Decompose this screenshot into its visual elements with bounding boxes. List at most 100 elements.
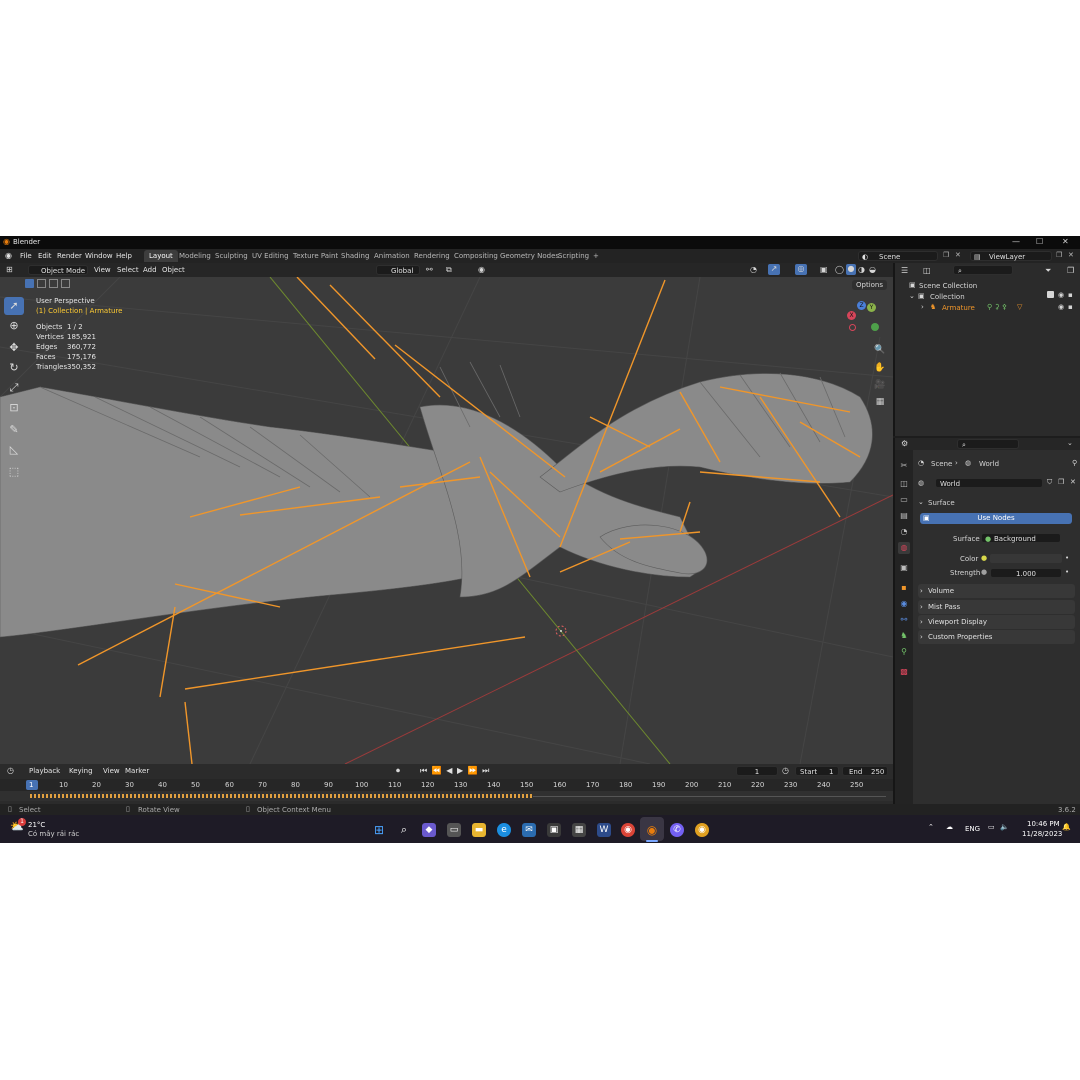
rendered-shading-icon[interactable]: ◒ (869, 265, 876, 274)
tab-uv-editing[interactable]: UV Editing (247, 250, 294, 262)
gizmo-y-axis[interactable]: Y (867, 303, 876, 312)
camera-view-icon[interactable]: 🎥 (874, 380, 886, 392)
navigation-gizmo[interactable]: Z Y X (845, 299, 881, 335)
view-layer-tab-icon[interactable]: ▤ (898, 510, 910, 522)
new-collection-icon[interactable]: ❐ (1067, 266, 1074, 275)
render-tab-icon[interactable]: ◫ (898, 478, 910, 490)
add-workspace-button[interactable]: + (588, 250, 604, 262)
copilot-icon[interactable]: ◆ (422, 823, 436, 837)
chrome-alt-icon[interactable]: ◉ (695, 823, 709, 837)
current-frame-field[interactable]: 1 (736, 766, 778, 776)
mist-pass-panel[interactable]: › Mist Pass (918, 600, 1075, 614)
wireframe-shading-icon[interactable]: ◯ (835, 265, 844, 274)
scene-tab-icon[interactable]: ◔ (898, 526, 910, 538)
armature-camera-icon[interactable]: ▪ (1068, 303, 1073, 311)
volume-panel[interactable]: › Volume (918, 584, 1075, 598)
chrome-icon[interactable]: ◉ (621, 823, 635, 837)
menu-window[interactable]: Window (85, 252, 113, 260)
surface-panel-chevron-icon[interactable]: ⌄ (918, 498, 924, 506)
zoom-icon[interactable]: 🔍 (874, 345, 886, 357)
gizmo-x-axis[interactable]: X (847, 311, 856, 320)
select-subtract-icon[interactable] (49, 279, 58, 288)
cursor-tool-icon[interactable]: ⊕ (4, 317, 24, 335)
fake-user-icon[interactable]: ⛉ (1047, 478, 1052, 487)
blender-taskbar-icon[interactable]: ◉ (645, 823, 659, 837)
collection-tab-icon[interactable]: ▣ (898, 562, 910, 574)
proportional-edit-icon[interactable]: ◉ (478, 265, 485, 274)
filter-icon[interactable]: ⏷ (1045, 266, 1051, 276)
tab-rendering[interactable]: Rendering (409, 250, 455, 262)
move-tool-icon[interactable]: ✥ (4, 339, 24, 357)
properties-options-icon[interactable]: ⌄ (1067, 439, 1073, 447)
edge-icon[interactable]: e (497, 823, 511, 837)
weather-description[interactable]: Có mây rải rác (28, 830, 79, 838)
clock-time[interactable]: 10:46 PM (1027, 820, 1060, 828)
scene-selector[interactable]: ◐ Scene (858, 251, 938, 261)
gizmo-z-axis[interactable]: Z (857, 301, 866, 310)
expand-chevron-icon[interactable]: ⌄ (909, 292, 915, 300)
world-color-swatch[interactable] (990, 554, 1062, 563)
viewport-menu-view[interactable]: View (94, 266, 111, 274)
menu-help[interactable]: Help (116, 252, 132, 260)
end-frame-field[interactable]: End 250 (842, 766, 888, 776)
outlook-icon[interactable]: ✉ (522, 823, 536, 837)
viewlayer-selector[interactable]: ▤ ViewLayer (970, 251, 1052, 261)
pan-icon[interactable]: ✋ (874, 363, 886, 375)
outliner-collection[interactable]: Collection (930, 293, 965, 301)
outliner-display-mode-icon[interactable]: ◫ (923, 266, 931, 275)
delete-viewlayer-icon[interactable]: ✕ (1068, 251, 1074, 259)
mode-selector[interactable]: Object Mode (28, 265, 88, 275)
select-new-icon[interactable] (25, 279, 34, 288)
collapse-chevron-icon[interactable]: › (921, 303, 924, 311)
constraints-tab-icon[interactable]: ⚯ (898, 614, 910, 626)
windows-start-icon[interactable]: ⊞ (372, 823, 386, 837)
timeline-menu-keying[interactable]: Keying (69, 767, 93, 775)
custom-properties-panel[interactable]: › Custom Properties (918, 630, 1075, 644)
search-icon[interactable]: ⌕ (397, 823, 411, 837)
world-tab-icon[interactable]: ◍ (898, 542, 910, 554)
3d-viewport[interactable]: ➚ ⊕ ✥ ↻ ⤢ ⊡ ✎ ◺ ⬚ User Perspective (1) C… (0, 277, 893, 764)
select-invert-icon[interactable] (61, 279, 70, 288)
new-scene-icon[interactable]: ❐ (943, 251, 949, 259)
app-icon[interactable]: ▦ (572, 823, 586, 837)
world-datablock-icon[interactable]: ◍ (918, 479, 924, 487)
tab-animation[interactable]: Animation (369, 250, 415, 262)
measure-tool-icon[interactable]: ◺ (4, 441, 24, 459)
language-indicator[interactable]: ENG (965, 825, 980, 833)
output-tab-icon[interactable]: ▭ (898, 494, 910, 506)
object-tab-icon[interactable]: ▪ (898, 582, 910, 594)
timeline-menu-playback[interactable]: Playback (29, 767, 60, 775)
armature-eye-icon[interactable]: ◉ (1058, 303, 1064, 311)
weather-temperature[interactable]: 21°C (28, 821, 45, 829)
ortho-toggle-icon[interactable]: ▦ (874, 397, 886, 409)
options-button[interactable]: Options (852, 280, 888, 290)
timeline-menu-marker[interactable]: Marker (125, 767, 149, 775)
color-socket-icon[interactable]: ● (981, 554, 987, 562)
onedrive-icon[interactable]: ☁ (946, 823, 953, 831)
viewport-display-panel[interactable]: › Viewport Display (918, 615, 1075, 629)
file-explorer-icon[interactable]: ▬ (472, 823, 486, 837)
frame-ruler[interactable]: 1 10 20 30 40 50 60 70 80 90 100 110 120… (0, 779, 893, 791)
strength-keyframe-icon[interactable]: • (1065, 568, 1069, 576)
tool-tab-icon[interactable]: ✂ (898, 460, 910, 472)
clock-date[interactable]: 11/28/2023 (1022, 830, 1062, 838)
annotate-tool-icon[interactable]: ✎ (4, 421, 24, 439)
timeline-editor-icon[interactable]: ◷ (7, 766, 14, 775)
strength-socket-icon[interactable]: ● (981, 568, 987, 576)
playback-controls-icon[interactable]: ⏮ ⏪ ◀ ▶ ⏩ ⏭ (420, 766, 490, 776)
word-icon[interactable]: W (597, 823, 611, 837)
close-button[interactable]: ✕ (1062, 237, 1069, 246)
volume-icon[interactable]: 🔈 (1000, 823, 1009, 831)
snap-icon[interactable]: ⧉ (446, 265, 452, 275)
viewport-menu-select[interactable]: Select (117, 266, 139, 274)
duplicate-world-icon[interactable]: ❐ (1058, 478, 1064, 486)
keyframe-track[interactable] (0, 791, 893, 801)
gizmo-neg-y[interactable] (871, 323, 879, 331)
select-box-tool-icon[interactable]: ➚ (4, 297, 24, 315)
outliner-armature[interactable]: Armature (942, 304, 975, 312)
breadcrumb-world[interactable]: World (979, 460, 999, 468)
world-name-field[interactable]: World (935, 478, 1043, 488)
tray-chevron-icon[interactable]: ⌃ (928, 823, 934, 831)
gizmo-neg-x[interactable] (849, 324, 856, 331)
minimize-button[interactable]: — (1012, 237, 1020, 246)
